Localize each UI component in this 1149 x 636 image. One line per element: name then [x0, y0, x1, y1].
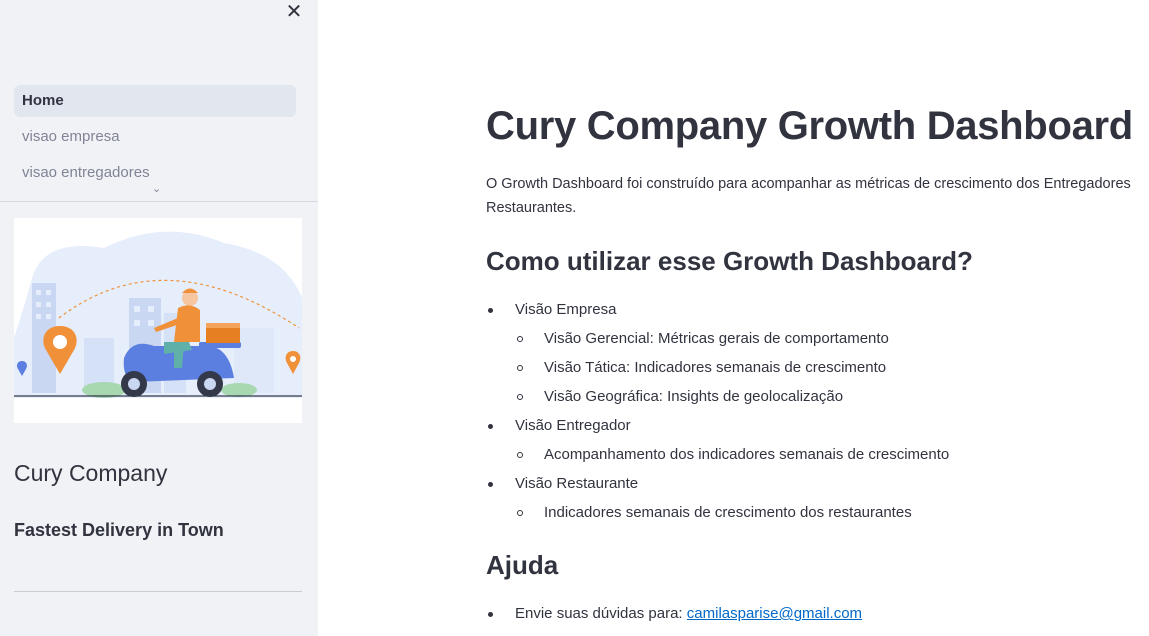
sidebar-item-home[interactable]: Home	[14, 85, 296, 117]
circle-bullet-icon	[517, 365, 523, 371]
sidebar-item-visao-empresa[interactable]: visao empresa	[14, 121, 296, 153]
how-to-use-heading: Como utilizar esse Growth Dashboard?	[486, 246, 973, 276]
list-item: Visão Geográfica: Insights de geolocaliz…	[486, 385, 1149, 414]
list-item: Envie suas dúvidas para: camilasparise@g…	[486, 602, 1149, 631]
list-item-label: Indicadores semanais de crescimento dos …	[544, 504, 912, 521]
circle-bullet-icon	[517, 394, 523, 400]
list-item: Visão Restaurante	[486, 472, 1149, 501]
list-item-label: Visão Geográfica: Insights de geolocaliz…	[544, 388, 844, 405]
intro-text: O Growth Dashboard foi construído para a…	[486, 176, 1131, 216]
close-sidebar-button[interactable]: ✕	[284, 2, 304, 22]
help-prefix: Envie suas dúvidas para:	[515, 605, 687, 622]
sidebar-divider	[14, 591, 302, 592]
list-item: Acompanhamento dos indicadores semanais …	[486, 443, 1149, 472]
list-item: Visão Tática: Indicadores semanais de cr…	[486, 356, 1149, 385]
chevron-down-icon[interactable]: ⌄	[152, 182, 161, 195]
list-item-label: Visão Tática: Indicadores semanais de cr…	[544, 359, 887, 376]
delivery-scooter-illustration	[14, 218, 302, 423]
list-item-label: Visão Gerencial: Métricas gerais de comp…	[544, 330, 889, 347]
sidebar-nav: Home visao empresa visao entregadores	[14, 85, 296, 193]
circle-bullet-icon	[517, 510, 523, 516]
list-item-label: Visão Entregador	[515, 417, 631, 434]
features-list: Visão Empresa Visão Gerencial: Métricas …	[486, 298, 1149, 530]
main-content: Cury Company Growth Dashboard O Growth D…	[486, 0, 1149, 636]
close-icon: ✕	[285, 1, 303, 23]
list-item-label: Acompanhamento dos indicadores semanais …	[544, 446, 950, 463]
list-item-label: Visão Empresa	[515, 301, 617, 318]
list-item: Visão Empresa	[486, 298, 1149, 327]
delivery-illustration	[14, 218, 302, 423]
sidebar: ✕ Home visao empresa visao entregadores …	[0, 0, 318, 636]
help-list: Envie suas dúvidas para: camilasparise@g…	[486, 602, 1149, 631]
list-item: Indicadores semanais de crescimento dos …	[486, 501, 1149, 530]
list-item-label: Visão Restaurante	[515, 475, 639, 492]
page-title: Cury Company Growth Dashboard	[486, 104, 1133, 148]
nav-divider	[0, 201, 318, 202]
bullet-icon	[488, 612, 493, 617]
bullet-icon	[488, 424, 493, 429]
list-item: Visão Entregador	[486, 414, 1149, 443]
bullet-icon	[488, 482, 493, 487]
list-item: Visão Gerencial: Métricas gerais de comp…	[486, 327, 1149, 356]
help-heading: Ajuda	[486, 550, 559, 580]
sidebar-tagline: Fastest Delivery in Town	[14, 520, 224, 540]
bullet-icon	[488, 308, 493, 313]
email-link[interactable]: camilasparise@gmail.com	[687, 605, 862, 622]
circle-bullet-icon	[517, 336, 523, 342]
sidebar-company-name: Cury Company	[14, 460, 168, 486]
circle-bullet-icon	[517, 452, 523, 458]
